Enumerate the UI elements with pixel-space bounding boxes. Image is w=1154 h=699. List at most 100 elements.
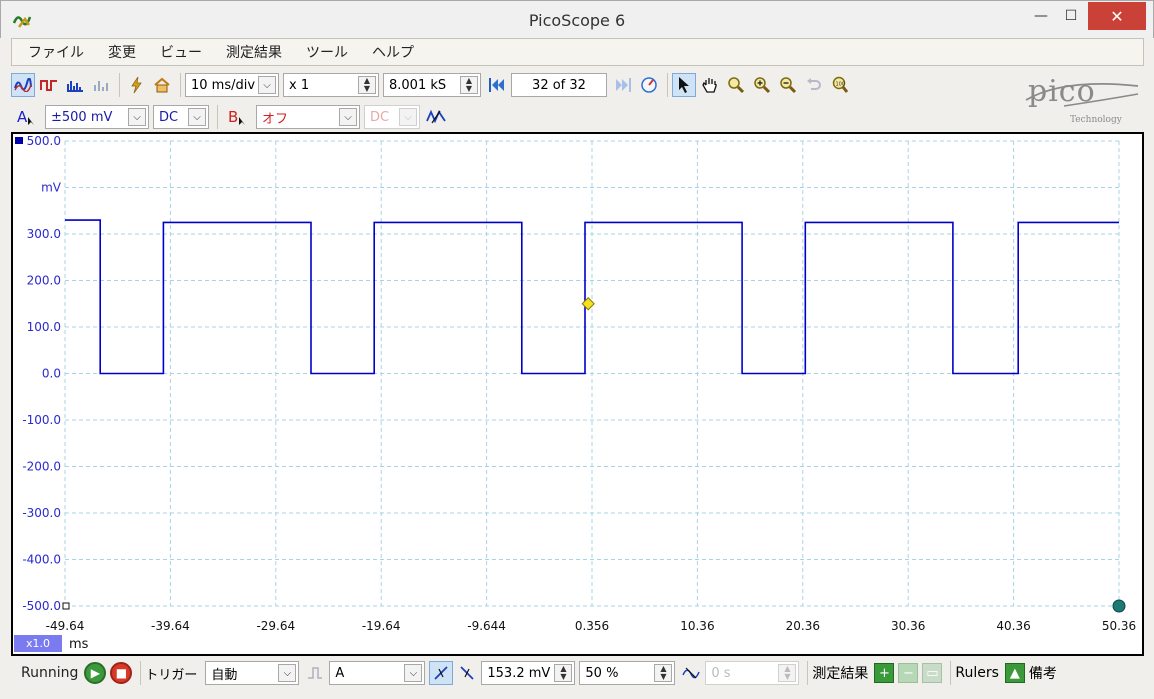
channel-a-range-select[interactable]: ±500 mV ⌵ xyxy=(45,105,149,129)
channel-b-pointer-icon xyxy=(239,117,246,125)
minimize-button[interactable]: — xyxy=(1027,2,1055,30)
toolbar-separator xyxy=(140,661,142,685)
zoom-out-icon[interactable] xyxy=(776,73,800,97)
channel-b-options-button[interactable]: B xyxy=(222,108,256,126)
post-trigger-delay-icon[interactable] xyxy=(679,661,703,685)
close-button[interactable]: ✕ xyxy=(1088,2,1146,30)
channel-toolbar: A ±500 mV ⌵ DC ⌵ B オフ ⌵ DC ⌵ xyxy=(11,102,450,132)
timebase-select[interactable]: 10 ms/div ⌵ xyxy=(185,73,279,97)
falling-edge-icon[interactable] xyxy=(455,661,479,685)
spin-arrows-icon: ▲ ▼ xyxy=(460,76,478,94)
hand-pan-icon[interactable] xyxy=(698,73,722,97)
status-bar: Running ▶ ■ トリガー 自動 ⌵ A ⌵ 153.2 mV ▲ ▼ 50… xyxy=(11,658,1144,688)
chevron-down-icon: ⌵ xyxy=(128,108,146,126)
buffer-navigation[interactable]: 32 of 32 xyxy=(511,73,607,97)
chevron-down-icon: ⌵ xyxy=(258,76,276,94)
channel-b-coupling: DC xyxy=(370,109,390,125)
y-tick-label: -400.0 xyxy=(22,553,61,567)
auto-setup-icon[interactable] xyxy=(124,73,148,97)
samples-stepper[interactable]: 8.001 kS ▲ ▼ xyxy=(383,73,481,97)
add-measurement-button[interactable]: + xyxy=(874,663,895,683)
y-tick-label: 100.0 xyxy=(27,320,61,334)
logo-subtitle: Technology xyxy=(1070,115,1122,125)
channel-a-options-button[interactable]: A xyxy=(11,108,45,126)
notes-label[interactable]: 備考 xyxy=(1029,663,1057,683)
advanced-trigger-icon[interactable] xyxy=(303,661,327,685)
edit-icon: ▭ xyxy=(926,665,939,681)
toolbar-separator xyxy=(217,105,218,129)
menu-help[interactable]: ヘルプ xyxy=(360,42,426,62)
menu-view[interactable]: ビュー xyxy=(148,42,214,62)
y-tick-label: -100.0 xyxy=(22,413,61,427)
stop-button[interactable]: ■ xyxy=(110,662,133,684)
math-channels-icon[interactable] xyxy=(424,105,448,129)
logo-swoosh-icon xyxy=(1025,82,1139,107)
play-icon: ▶ xyxy=(90,666,100,680)
menu-file[interactable]: ファイル xyxy=(12,42,96,62)
threshold-stepper[interactable]: 153.2 mV ▲ ▼ xyxy=(481,661,576,685)
zoom-value: x 1 xyxy=(289,77,310,93)
trigger-mode-select[interactable]: 自動 ⌵ xyxy=(205,661,300,685)
x-tick-label: 10.36 xyxy=(680,619,714,633)
home-icon[interactable] xyxy=(150,73,174,97)
triangle-up-icon: ▲ xyxy=(1009,665,1020,681)
rising-edge-icon[interactable] xyxy=(429,661,454,685)
menu-edit[interactable]: 変更 xyxy=(96,42,148,62)
channel-a-coupling-select[interactable]: DC ⌵ xyxy=(153,105,209,129)
delay-value: 0 s xyxy=(711,665,731,681)
buffer-overview-icon[interactable] xyxy=(637,73,661,97)
scope-mode-icon[interactable] xyxy=(11,73,35,97)
delay-stepper[interactable]: 0 s ▲ ▼ xyxy=(705,661,800,685)
toolbar-separator xyxy=(119,73,120,97)
maximize-button[interactable]: ☐ xyxy=(1057,2,1085,30)
toolbar-separator xyxy=(950,661,952,685)
y-tick-label: 200.0 xyxy=(27,274,61,288)
zoom-stepper[interactable]: x 1 ▲ ▼ xyxy=(283,73,379,97)
y-tick-label: 0.0 xyxy=(42,367,61,381)
pointer-icon[interactable] xyxy=(672,73,696,97)
capture-toolbar: 10 ms/div ⌵ x 1 ▲ ▼ 8.001 kS ▲ ▼ 32 of 32 … xyxy=(11,70,854,100)
channel-b-range: オフ xyxy=(262,111,289,127)
channel-a-range: ±500 mV xyxy=(51,109,113,125)
pretrigger-value: 50 % xyxy=(585,665,619,681)
edit-measurement-button[interactable]: ▭ xyxy=(922,663,943,683)
toolbar-separator xyxy=(807,661,809,685)
start-button[interactable]: ▶ xyxy=(84,662,107,684)
menu-bar: ファイル 変更 ビュー 測定結果 ツール ヘルプ xyxy=(11,38,1144,66)
pico-technology-logo: pico Technology xyxy=(1020,72,1140,128)
stop-icon: ■ xyxy=(115,666,128,680)
channel-b-range-select[interactable]: オフ ⌵ xyxy=(256,105,360,129)
spin-arrows-icon: ▲ ▼ xyxy=(778,664,797,682)
zoom-area-icon[interactable] xyxy=(724,73,748,97)
samples-value: 8.001 kS xyxy=(389,77,447,93)
next-buffer-icon[interactable] xyxy=(611,73,635,97)
menu-measurements[interactable]: 測定結果 xyxy=(214,42,294,62)
trigger-label: トリガー xyxy=(145,667,198,683)
x-zoom-badge[interactable]: x1.0 xyxy=(14,635,62,652)
spin-arrows-icon: ▲ ▼ xyxy=(554,664,573,682)
measurements-label: 測定結果 xyxy=(812,666,869,682)
chevron-down-icon: ⌵ xyxy=(339,108,357,126)
spectrum-mode-icon[interactable] xyxy=(63,73,87,97)
trigger-marker xyxy=(581,297,595,311)
first-buffer-icon[interactable] xyxy=(485,73,509,97)
waveform-chart[interactable]: 500.0 300.0 200.0 100.0 0.0 -100.0 -200.0 -300.… xyxy=(13,134,1142,654)
threshold-value: 153.2 mV xyxy=(487,665,551,681)
channel-b-coupling-select[interactable]: DC ⌵ xyxy=(364,105,420,129)
rulers-label: Rulers xyxy=(955,665,999,681)
undo-zoom-icon[interactable] xyxy=(802,73,826,97)
menu-tools[interactable]: ツール xyxy=(294,42,360,62)
serial-decode-icon[interactable] xyxy=(89,73,113,97)
zoom-in-icon[interactable] xyxy=(750,73,774,97)
trigger-channel-select[interactable]: A ⌵ xyxy=(329,661,426,685)
rulers-toggle-button[interactable]: ▲ xyxy=(1004,663,1025,683)
persistence-mode-icon[interactable] xyxy=(37,73,61,97)
channel-a-label: A xyxy=(17,108,28,126)
window-title: PicoScope 6 xyxy=(528,11,626,30)
zoom-overview-icon[interactable]: 100 xyxy=(828,73,852,97)
scope-view[interactable]: 500.0 300.0 200.0 100.0 0.0 -100.0 -200.0 -300.… xyxy=(11,132,1144,656)
y-tick-label: -500.0 xyxy=(22,599,61,613)
remove-measurement-button[interactable]: − xyxy=(898,663,919,683)
x-tick-label: 40.36 xyxy=(996,619,1030,633)
pretrigger-stepper[interactable]: 50 % ▲ ▼ xyxy=(579,661,676,685)
